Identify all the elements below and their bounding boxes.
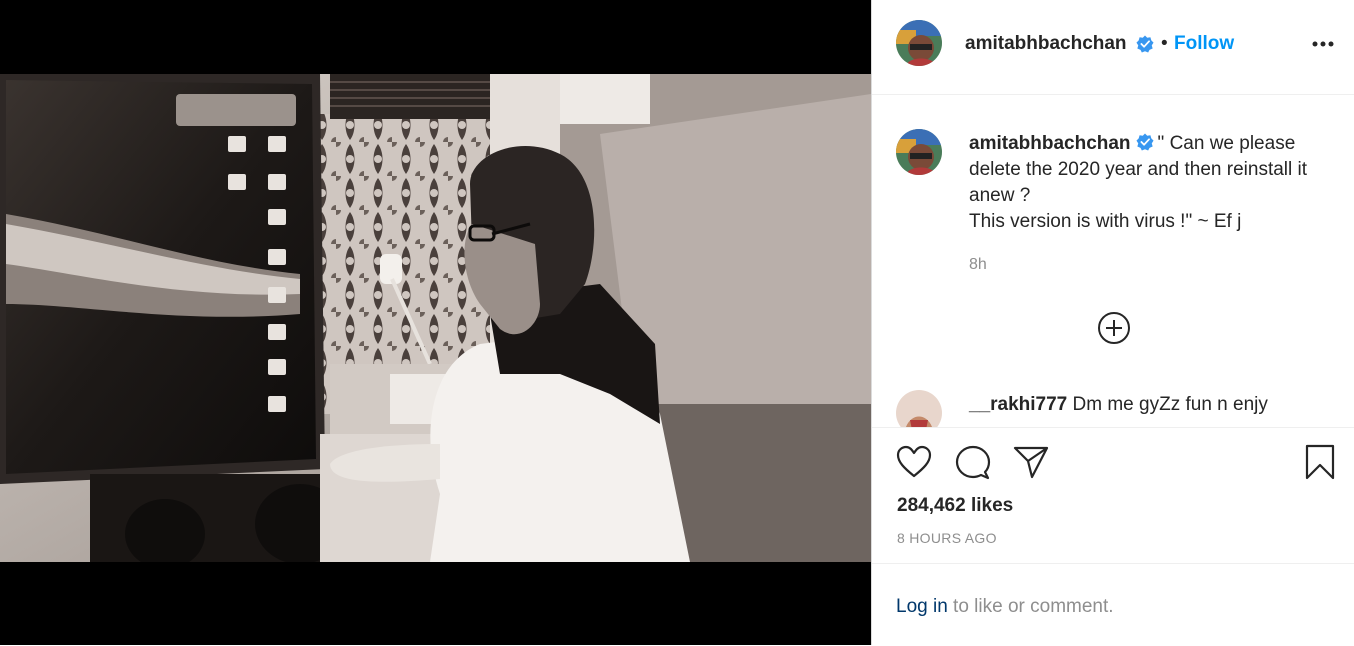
photo-image [0,74,871,562]
verified-badge-icon [1135,133,1154,151]
post-timestamp[interactable]: 8 HOURS AGO [897,530,997,546]
caption-text-line2: This version is with virus !" ~ Ef j [969,211,1242,232]
login-text: to like or comment. [947,596,1114,617]
avatar-image [896,390,942,427]
post-photo[interactable] [0,74,871,562]
post-details-panel: amitabhbachchan • Follow amitabhbachchan [871,0,1354,645]
comment-icon[interactable] [955,445,991,481]
header-username[interactable]: amitabhbachchan [965,33,1127,55]
load-more-icon[interactable] [1097,311,1131,345]
post-media [0,0,871,645]
comments-area[interactable]: amitabhbachchan " Can we please delete t… [872,96,1354,427]
post-time[interactable]: 8h [969,256,987,274]
follow-button[interactable]: Follow [1174,33,1234,55]
likes-count[interactable]: 284,462 likes [897,495,1013,517]
separator-dot: • [1161,33,1168,54]
comment-avatar[interactable] [896,390,942,427]
avatar-image [896,20,942,66]
heart-icon[interactable] [896,445,932,479]
comment-username[interactable]: __rakhi777 [969,394,1067,415]
bookmark-icon[interactable] [1304,444,1336,480]
avatar-image [896,129,942,175]
caption-username[interactable]: amitabhbachchan [969,133,1131,154]
login-link[interactable]: Log in [896,596,948,617]
action-bar [872,427,1354,428]
post-caption: amitabhbachchan " Can we please delete t… [969,131,1329,235]
avatar[interactable] [896,20,942,66]
login-prompt: Log in to like or comment. [896,596,1114,618]
comment-text: Dm me gyZz fun n enjy [1072,394,1268,415]
more-options-icon[interactable] [1312,40,1334,48]
post-header: amitabhbachchan • Follow [872,0,1354,95]
verified-badge-icon [1136,35,1154,53]
share-icon[interactable] [1013,445,1049,479]
caption-avatar[interactable] [896,129,942,175]
comment-item: __rakhi777 Dm me gyZz fun n enjy [969,394,1268,416]
